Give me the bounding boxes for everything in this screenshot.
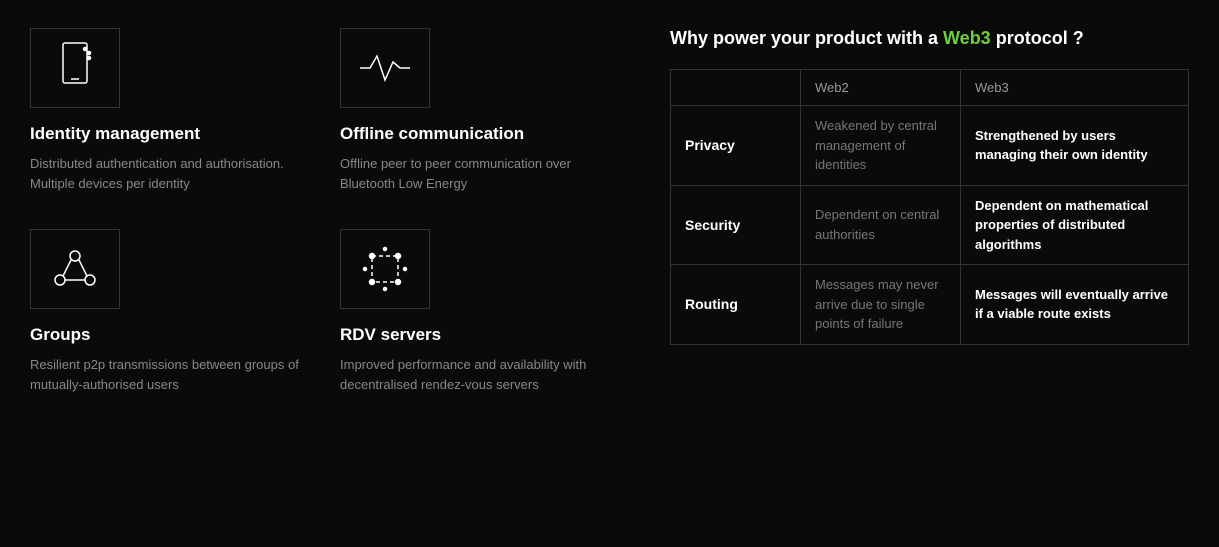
row-web2-privacy: Weakened by central management of identi… xyxy=(801,106,961,186)
col-header-web2: Web2 xyxy=(801,70,961,106)
row-web3-privacy: Strengthened by users managing their own… xyxy=(961,106,1189,186)
rdv-desc: Improved performance and availability wi… xyxy=(340,355,610,394)
offline-icon-box xyxy=(340,28,430,108)
title-after: protocol ? xyxy=(991,28,1084,48)
row-label-routing: Routing xyxy=(671,265,801,345)
row-web2-security: Dependent on central authorities xyxy=(801,185,961,265)
feature-offline: Offline communication Offline peer to pe… xyxy=(340,28,610,193)
groups-icon xyxy=(48,242,102,296)
table-row-routing: Routing Messages may never arrive due to… xyxy=(671,265,1189,345)
phone-icon xyxy=(53,41,97,95)
groups-desc: Resilient p2p transmissions between grou… xyxy=(30,355,300,394)
rdv-icon xyxy=(358,242,412,296)
rdv-icon-box xyxy=(340,229,430,309)
feature-rdv: RDV servers Improved performance and ava… xyxy=(340,229,610,394)
row-web3-routing: Messages will eventually arrive if a via… xyxy=(961,265,1189,345)
title-web3: Web3 xyxy=(943,28,991,48)
row-web2-routing: Messages may never arrive due to single … xyxy=(801,265,961,345)
table-row-privacy: Privacy Weakened by central management o… xyxy=(671,106,1189,186)
comparison-table: Web2 Web3 Privacy Weakened by central ma… xyxy=(670,69,1189,345)
wave-icon xyxy=(355,48,415,88)
identity-title: Identity management xyxy=(30,124,300,144)
table-row-security: Security Dependent on central authoritie… xyxy=(671,185,1189,265)
groups-title: Groups xyxy=(30,325,300,345)
feature-identity: Identity management Distributed authenti… xyxy=(30,28,300,193)
right-panel: Why power your product with a Web3 proto… xyxy=(610,28,1189,345)
identity-desc: Distributed authentication and authorisa… xyxy=(30,154,300,193)
identity-icon-box xyxy=(30,28,120,108)
row-web3-security: Dependent on mathematical properties of … xyxy=(961,185,1189,265)
row-label-security: Security xyxy=(671,185,801,265)
rdv-title: RDV servers xyxy=(340,325,610,345)
feature-groups: Groups Resilient p2p transmissions betwe… xyxy=(30,229,300,394)
col-header-web3: Web3 xyxy=(961,70,1189,106)
offline-desc: Offline peer to peer communication over … xyxy=(340,154,610,193)
comparison-title: Why power your product with a Web3 proto… xyxy=(670,28,1189,49)
groups-icon-box xyxy=(30,229,120,309)
left-panel: Identity management Distributed authenti… xyxy=(30,28,610,430)
title-before: Why power your product with a xyxy=(670,28,943,48)
row-label-privacy: Privacy xyxy=(671,106,801,186)
col-header-empty xyxy=(671,70,801,106)
offline-title: Offline communication xyxy=(340,124,610,144)
